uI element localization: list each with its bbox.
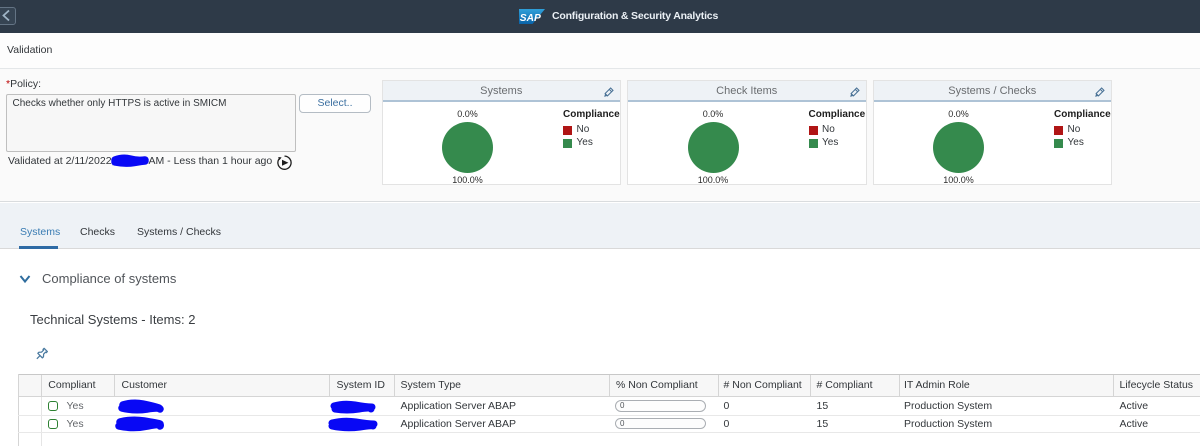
- svg-text:SAP: SAP: [520, 13, 541, 24]
